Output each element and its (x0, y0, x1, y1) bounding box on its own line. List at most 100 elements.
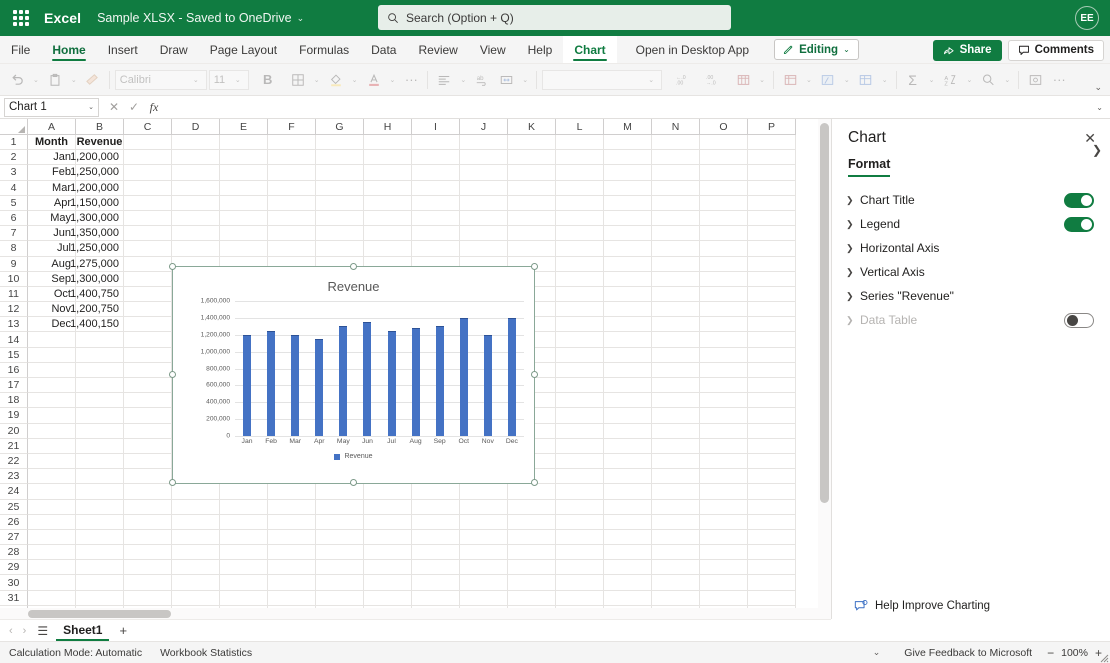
row-header[interactable]: 10 (0, 271, 28, 287)
column-header-E[interactable]: E (220, 119, 268, 135)
cell-B30[interactable] (76, 575, 124, 591)
cell-M2[interactable] (604, 150, 652, 166)
cell-P22[interactable] (748, 453, 796, 470)
cell-N21[interactable] (652, 438, 700, 454)
vertical-scrollbar-track[interactable] (818, 119, 831, 619)
cell-C13[interactable] (124, 317, 172, 333)
cell-F30[interactable] (268, 575, 316, 591)
horizontal-scrollbar-track[interactable] (0, 608, 831, 619)
column-header-D[interactable]: D (172, 119, 220, 135)
cell-K25[interactable] (508, 499, 556, 515)
cell-J3[interactable] (460, 165, 508, 181)
toggle-chart-title[interactable] (1064, 192, 1094, 208)
find-icon[interactable] (977, 69, 999, 91)
cancel-formula-icon[interactable]: ✕ (105, 98, 123, 116)
cell-F24[interactable] (268, 484, 316, 500)
editing-mode-button[interactable]: Editing ⌄ (774, 39, 859, 60)
cell-N27[interactable] (652, 529, 700, 546)
cell-L19[interactable] (556, 408, 604, 424)
cell-G8[interactable] (316, 241, 364, 257)
cell-P20[interactable] (748, 423, 796, 439)
cell-N28[interactable] (652, 545, 700, 561)
cell-P13[interactable] (748, 317, 796, 333)
cell-B17[interactable] (76, 378, 124, 394)
cell-B11[interactable]: 1,400,750 (70, 286, 124, 303)
cell-L14[interactable] (556, 332, 604, 348)
cell-B4[interactable]: 1,200,000 (70, 180, 124, 196)
cell-M4[interactable] (604, 180, 652, 196)
cell-N31[interactable] (652, 590, 700, 606)
cell-F28[interactable] (268, 545, 316, 561)
cell-O9[interactable] (700, 256, 748, 272)
cell-C9[interactable] (124, 256, 172, 272)
cell-H3[interactable] (364, 165, 412, 181)
cell-C17[interactable] (124, 378, 172, 394)
collapse-ribbon-icon[interactable]: ⌄ (1094, 82, 1102, 93)
cell-P24[interactable] (748, 484, 796, 500)
merge-cells-icon[interactable] (495, 69, 517, 91)
cell-P3[interactable] (748, 165, 796, 181)
cell-K27[interactable] (508, 529, 556, 546)
cell-J30[interactable] (460, 575, 508, 591)
row-header[interactable]: 25 (0, 499, 28, 515)
cell-B20[interactable] (76, 423, 124, 439)
cell-N7[interactable] (652, 226, 700, 242)
app-launcher-icon[interactable] (8, 5, 34, 31)
cell-K1[interactable] (508, 135, 556, 151)
row-header[interactable]: 1 (0, 135, 28, 151)
panel-row-chart-title[interactable]: ❯ Chart Title (832, 188, 1110, 212)
wrap-text-icon[interactable]: ab (471, 69, 493, 91)
share-button[interactable]: Share (932, 39, 1002, 61)
chevron-down-icon[interactable]: ⌄ (68, 76, 80, 84)
cell-P17[interactable] (748, 378, 796, 394)
cell-M29[interactable] (604, 560, 652, 576)
cell-L28[interactable] (556, 545, 604, 561)
cell-B19[interactable] (76, 408, 124, 424)
cell-L31[interactable] (556, 590, 604, 606)
name-box[interactable]: Chart 1 ⌄ (4, 97, 99, 117)
cell-P28[interactable] (748, 545, 796, 561)
cell-J31[interactable] (460, 590, 508, 606)
cell-D6[interactable] (172, 210, 220, 227)
format-as-table-icon[interactable] (732, 69, 754, 91)
cell-B7[interactable]: 1,350,000 (70, 226, 124, 242)
cell-N26[interactable] (652, 514, 700, 530)
tab-help[interactable]: Help (517, 36, 564, 63)
cell-M27[interactable] (604, 529, 652, 546)
cell-E28[interactable] (220, 545, 268, 561)
chevron-down-icon[interactable]: ⌄ (519, 76, 531, 84)
cell-A14[interactable] (28, 332, 76, 348)
bar-Aug[interactable] (411, 328, 420, 436)
cell-H7[interactable] (364, 226, 412, 242)
cell-H5[interactable] (364, 195, 412, 211)
column-header-A[interactable]: A (28, 119, 76, 135)
chevron-down-icon[interactable]: ⌄ (841, 76, 853, 84)
cell-E29[interactable] (220, 560, 268, 576)
cell-C16[interactable] (124, 362, 172, 378)
font-size-select[interactable]: 11 ⌄ (208, 69, 249, 90)
column-header-H[interactable]: H (364, 119, 412, 135)
cell-F4[interactable] (268, 180, 316, 196)
chart-handle-middle-right[interactable] (531, 371, 538, 378)
cell-O7[interactable] (700, 226, 748, 242)
cell-O24[interactable] (700, 484, 748, 500)
cell-B6[interactable]: 1,300,000 (70, 210, 124, 227)
cell-J25[interactable] (460, 499, 508, 515)
cell-L6[interactable] (556, 210, 604, 227)
cell-C15[interactable] (124, 347, 172, 363)
row-header[interactable]: 14 (0, 332, 28, 348)
cell-C31[interactable] (124, 590, 172, 606)
cell-O5[interactable] (700, 195, 748, 211)
cell-N23[interactable] (652, 469, 700, 485)
cell-F26[interactable] (268, 514, 316, 530)
chart-title[interactable]: Revenue (173, 279, 534, 294)
cell-K30[interactable] (508, 575, 556, 591)
cell-P29[interactable] (748, 560, 796, 576)
cell-A4[interactable]: Mar (28, 180, 76, 196)
cell-L13[interactable] (556, 317, 604, 333)
cell-O11[interactable] (700, 286, 748, 303)
cell-J26[interactable] (460, 514, 508, 530)
cell-P11[interactable] (748, 286, 796, 303)
cell-C2[interactable] (124, 150, 172, 166)
cell-L7[interactable] (556, 226, 604, 242)
